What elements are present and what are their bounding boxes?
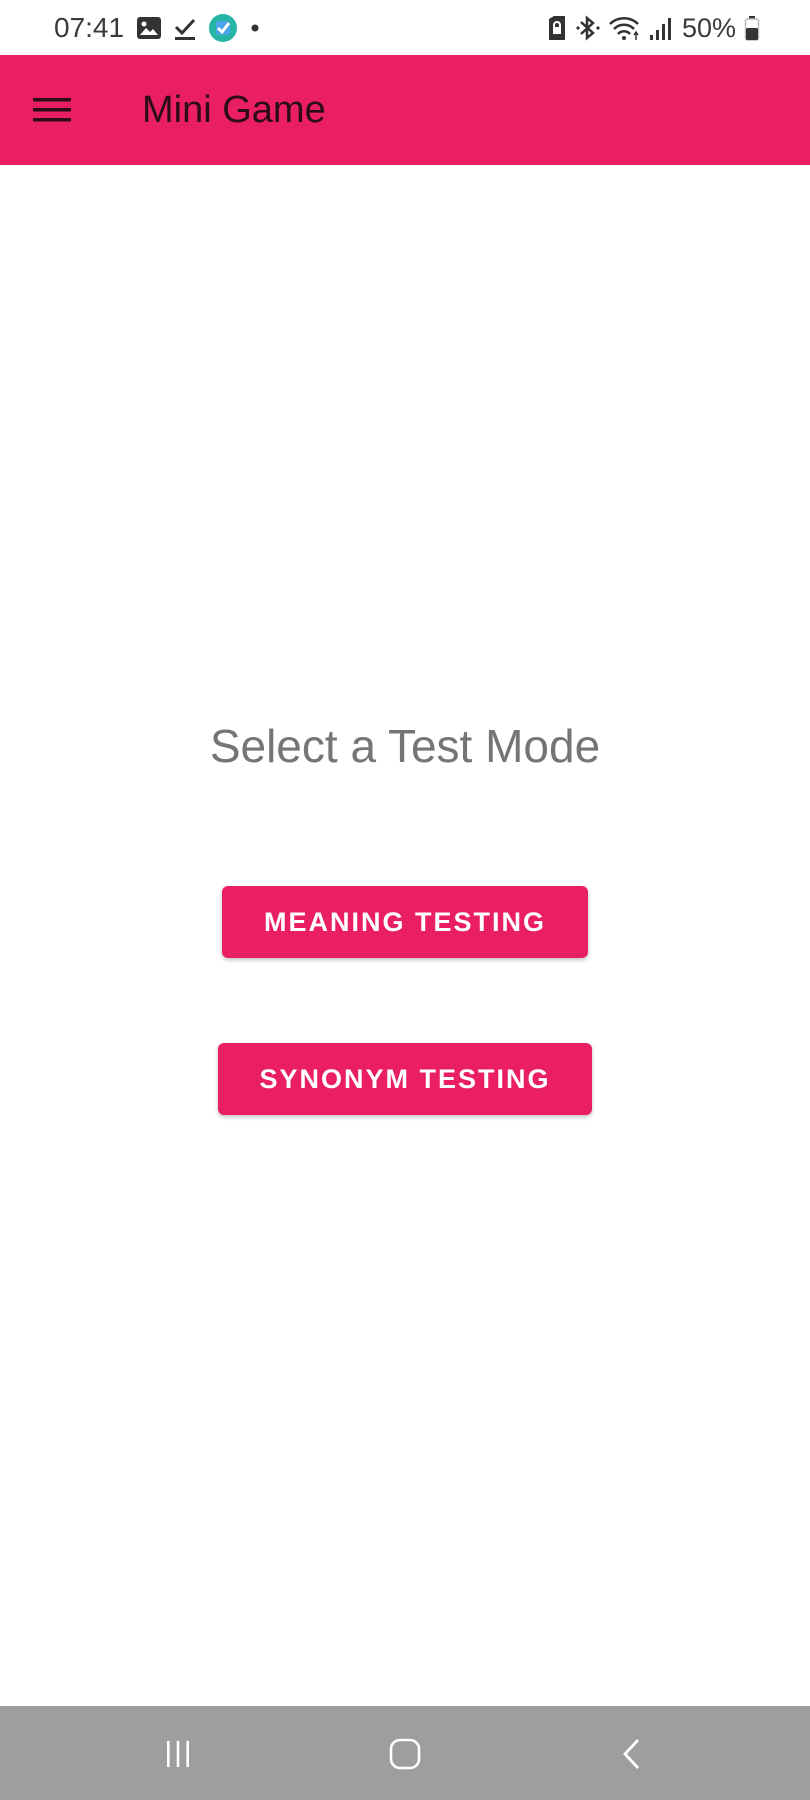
menu-button[interactable] <box>24 82 80 138</box>
status-time: 07:41 <box>54 12 125 43</box>
download-done-icon <box>172 15 198 41</box>
bluetooth-icon <box>576 15 600 41</box>
image-icon <box>136 16 162 40</box>
check-app-icon <box>208 13 238 43</box>
back-button[interactable] <box>600 1726 664 1782</box>
wifi-icon <box>608 15 640 41</box>
status-right-icons: 50% <box>546 14 760 42</box>
lock-sim-icon <box>546 15 568 41</box>
recents-button[interactable] <box>146 1726 210 1782</box>
dot-icon <box>248 21 262 35</box>
back-icon <box>619 1737 645 1771</box>
home-button[interactable] <box>373 1726 437 1782</box>
status-bar: 07:41 50% <box>0 0 810 55</box>
select-mode-prompt: Select a Test Mode <box>209 720 601 772</box>
page-title: Mini Game <box>142 89 326 131</box>
navigation-bar <box>0 1706 810 1800</box>
synonym-testing-button[interactable]: SYNONYM TESTING <box>218 1043 592 1115</box>
app-bar: Mini Game <box>0 55 810 165</box>
recents-icon <box>161 1739 195 1769</box>
home-icon <box>388 1737 422 1771</box>
status-left-icons <box>136 14 262 42</box>
battery-icon <box>744 15 760 41</box>
signal-icon <box>648 15 674 41</box>
screen: 07:41 50% Mini Game Select a Test Mode M… <box>0 0 810 1800</box>
battery-percentage: 50% <box>681 12 736 43</box>
meaning-testing-button[interactable]: MEANING TESTING <box>222 886 588 958</box>
hamburger-menu-icon <box>33 96 71 124</box>
